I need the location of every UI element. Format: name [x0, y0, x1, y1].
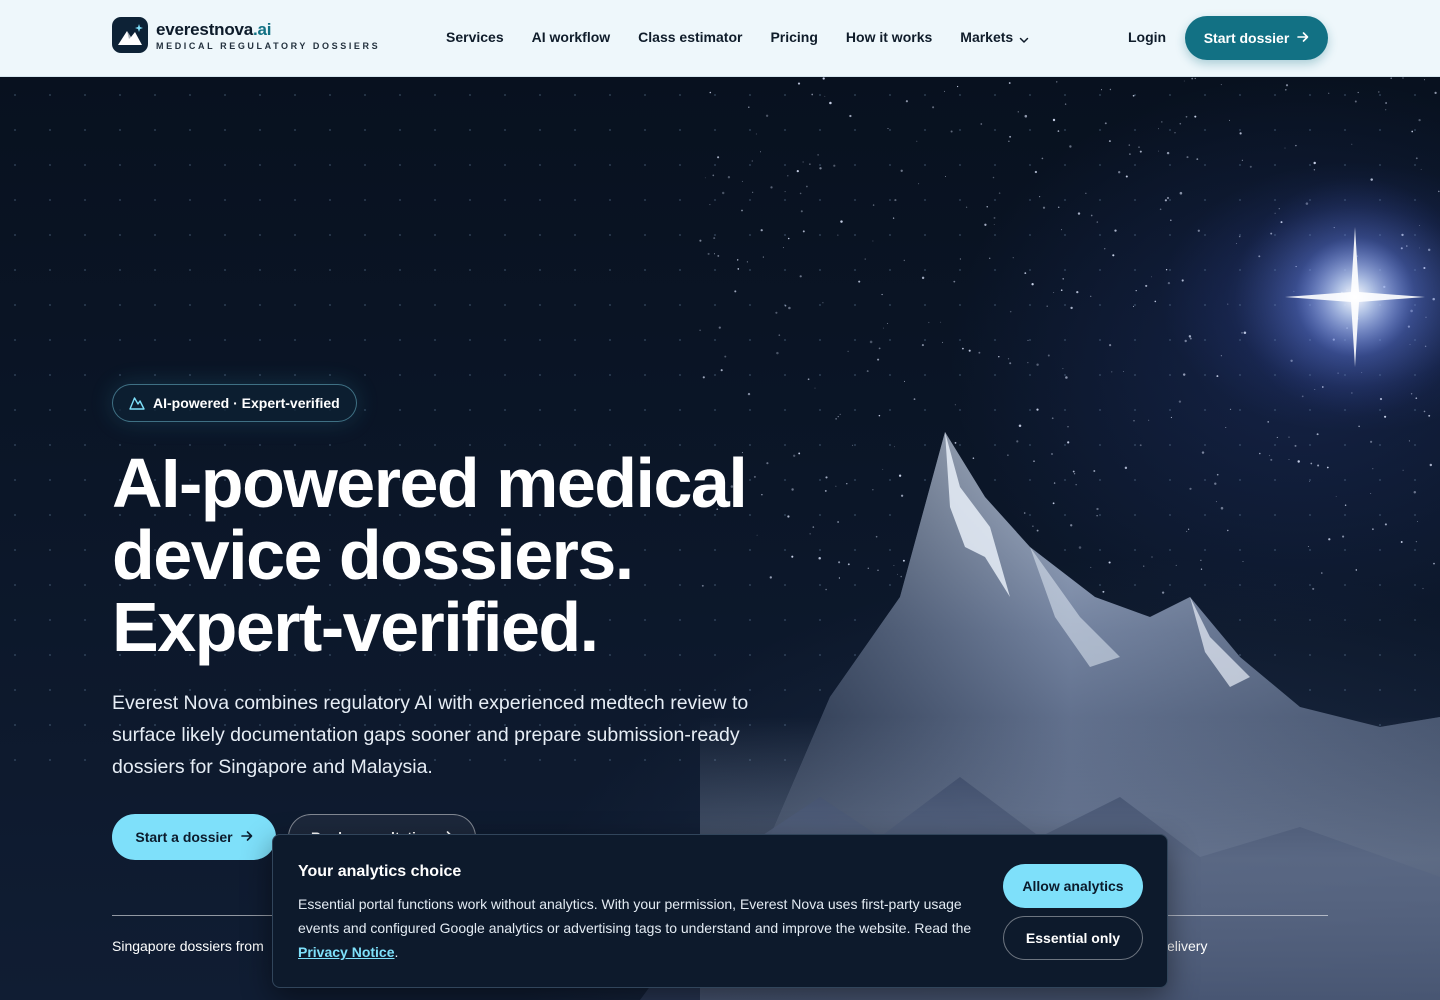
hero-headline: AI-powered medical device dossiers. Expe…	[112, 447, 812, 663]
consent-title: Your analytics choice	[298, 863, 462, 880]
chevron-down-icon	[1019, 32, 1029, 43]
brand-tagline: MEDICAL REGULATORY DOSSIERS	[156, 40, 381, 51]
start-a-dossier-label: Start a dossier	[135, 829, 233, 845]
hero-badge-label: AI-powered · Expert-verified	[153, 395, 340, 411]
nav-how-it-works[interactable]: How it works	[846, 29, 932, 45]
arrow-right-icon	[1297, 30, 1309, 46]
hero-badge: AI-powered · Expert-verified	[112, 384, 357, 422]
nav-pricing[interactable]: Pricing	[770, 29, 817, 45]
hero-description: Everest Nova combines regulatory AI with…	[112, 692, 749, 778]
start-a-dossier-button[interactable]: Start a dossier	[112, 814, 276, 860]
main-menu: Services AI workflow Class estimator Pri…	[446, 29, 1029, 45]
essential-only-button[interactable]: Essential only	[1003, 916, 1143, 960]
headline-line-3: Expert-verified.	[112, 588, 599, 666]
login-link[interactable]: Login	[1128, 29, 1166, 45]
mountain-icon	[129, 396, 145, 410]
nav-markets-dropdown[interactable]: Markets	[960, 29, 1029, 45]
start-dossier-label: Start dossier	[1203, 30, 1290, 46]
brand-logo-link[interactable]: everestnova.ai MEDICAL REGULATORY DOSSIE…	[112, 17, 380, 53]
top-navigation: everestnova.ai MEDICAL REGULATORY DOSSIE…	[0, 0, 1440, 77]
brand-tld: .ai	[253, 19, 272, 39]
headline-line-1: AI-powered medical	[112, 444, 748, 522]
allow-analytics-button[interactable]: Allow analytics	[1003, 864, 1143, 908]
arrow-right-icon	[240, 829, 253, 845]
consent-description: Essential portal functions work without …	[298, 896, 972, 960]
brand-name: everestnova.ai	[156, 19, 272, 39]
everest-logo-icon	[112, 17, 148, 53]
nav-services[interactable]: Services	[446, 29, 504, 45]
privacy-notice-link[interactable]: Privacy Notice	[298, 944, 395, 960]
headline-line-2: device dossiers.	[112, 516, 634, 594]
start-dossier-button[interactable]: Start dossier	[1185, 16, 1328, 60]
nav-ai-workflow[interactable]: AI workflow	[532, 29, 611, 45]
analytics-consent-banner: Your analytics choice Essential portal f…	[272, 834, 1168, 988]
stat-singapore-pricing: Singapore dossiers from	[112, 938, 264, 954]
nav-class-estimator[interactable]: Class estimator	[638, 29, 742, 45]
